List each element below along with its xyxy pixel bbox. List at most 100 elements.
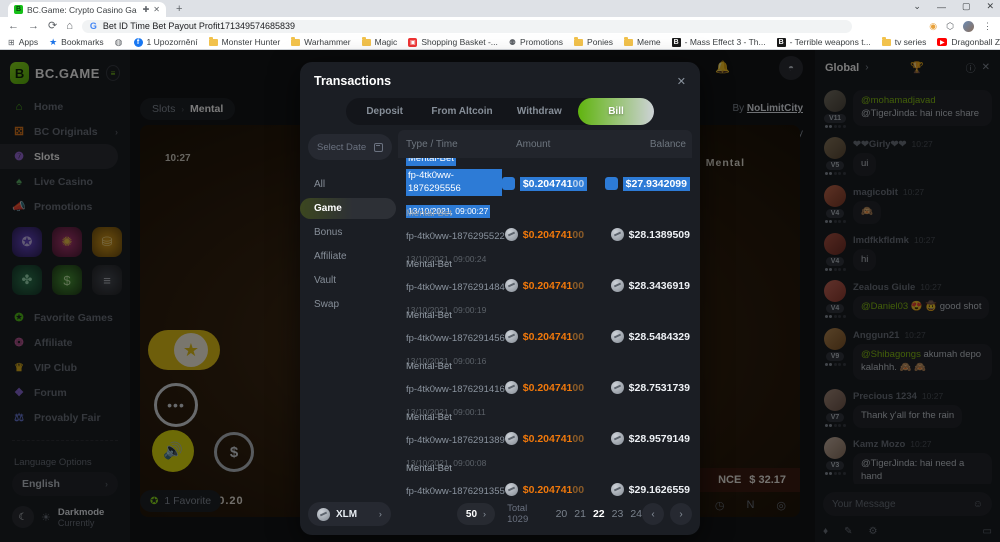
reload-icon[interactable]: ⟳: [48, 21, 57, 32]
facebook-icon: f: [134, 38, 143, 47]
transaction-amount-cell: $0.20474100: [505, 432, 611, 445]
bookmark-item[interactable]: ⚉Promotions: [509, 37, 563, 47]
pagination-pages: 20 21 22 23 24: [556, 508, 642, 520]
maximize-button[interactable]: ▢: [962, 1, 971, 12]
bookmark-globe[interactable]: ◍: [115, 37, 123, 48]
transaction-amount-cell: $0.20474100: [505, 381, 611, 394]
page-size-selector[interactable]: 50 ›: [457, 503, 495, 525]
tab-bill[interactable]: Bill: [578, 98, 654, 125]
chrome-menu-chevron-icon[interactable]: ⌄: [913, 1, 921, 12]
xlm-coin-icon: [611, 228, 624, 241]
xlm-coin-icon: [605, 177, 618, 190]
globe-icon: ◍: [115, 37, 123, 48]
extension-icon[interactable]: ◉: [929, 21, 937, 32]
folder-icon: [882, 39, 891, 46]
xlm-coin-icon: [505, 228, 518, 241]
filter-bonus[interactable]: Bonus: [300, 222, 398, 243]
profile-avatar[interactable]: [963, 21, 974, 32]
next-page-button[interactable]: ›: [670, 503, 692, 525]
transaction-filters: All Game Bonus Affiliate Vault Swap: [300, 174, 398, 318]
forward-icon[interactable]: →: [28, 21, 39, 32]
bookmark-facebook[interactable]: f1 Upozornění: [134, 37, 198, 47]
transaction-amount-cell: $0.20474100: [502, 177, 605, 191]
tab-deposit[interactable]: Deposit: [346, 106, 423, 117]
page-number[interactable]: 21: [574, 508, 586, 520]
xlm-coin-icon: [505, 330, 518, 343]
modal-close-icon[interactable]: ✕: [677, 75, 686, 88]
transaction-balance-cell: $27.9342099: [605, 177, 692, 191]
bookmark-folder[interactable]: Ponies: [574, 37, 613, 47]
home-icon[interactable]: ⌂: [66, 21, 73, 32]
xlm-coin-icon: [317, 508, 330, 521]
transaction-balance-cell: $29.1626559: [611, 483, 692, 496]
close-window-button[interactable]: ✕: [986, 1, 994, 12]
toolbar-extensions: ◉ ⬡ ⋮: [929, 21, 992, 32]
back-icon[interactable]: ←: [8, 21, 19, 32]
transaction-amount-cell: $0.20474100: [505, 228, 611, 241]
address-text: Bet ID Time Bet Payout Profit17134957468…: [103, 21, 295, 31]
filter-affiliate[interactable]: Affiliate: [300, 246, 398, 267]
page-number[interactable]: 20: [556, 508, 568, 520]
filter-vault[interactable]: Vault: [300, 270, 398, 291]
bookmark-folder[interactable]: Monster Hunter: [209, 37, 281, 47]
modal-title: Transactions: [314, 74, 391, 88]
xlm-coin-icon: [611, 381, 624, 394]
xlm-coin-icon: [502, 177, 515, 190]
tab-title: BC.Game: Crypto Casino Ga: [27, 5, 139, 15]
people-icon: ⚉: [509, 38, 516, 47]
bookmark-folder[interactable]: Warhammer: [291, 37, 350, 47]
apps-shortcut[interactable]: ⊞Apps: [8, 37, 38, 47]
bookmark-folder[interactable]: Magic: [362, 37, 398, 47]
folder-icon: [624, 39, 633, 46]
bookmark-item[interactable]: ▣Shopping Basket -...: [408, 37, 498, 47]
xlm-coin-icon: [505, 381, 518, 394]
bookmarks-bar: ⊞Apps ★Bookmarks ◍ f1 Upozornění Monster…: [0, 35, 1000, 50]
total-count: Total 1029: [507, 503, 543, 525]
page-number[interactable]: 24: [630, 508, 642, 520]
currency-selector[interactable]: XLM ›: [308, 502, 391, 526]
page-number[interactable]: 23: [612, 508, 624, 520]
transaction-balance-cell: $28.5484329: [611, 330, 692, 343]
calendar-icon: [374, 143, 383, 152]
tab-withdraw[interactable]: Withdraw: [501, 106, 578, 117]
browser-chrome: B BC.Game: Crypto Casino Ga ✚ ✕ + ⌄ — ▢ …: [0, 0, 1000, 50]
bookmark-folder[interactable]: tv series: [882, 37, 927, 47]
puzzle-icon[interactable]: ⬡: [946, 21, 954, 32]
tab-from-altcoin[interactable]: From Altcoin: [423, 106, 500, 117]
window-controls: ⌄ — ▢ ✕: [913, 1, 994, 12]
address-bar[interactable]: G Bet ID Time Bet Payout Profit171349574…: [82, 20, 852, 33]
transaction-amount-cell: $0.20474100: [505, 483, 611, 496]
bookmark-folder[interactable]: Meme: [624, 37, 661, 47]
chevron-right-icon: ›: [483, 509, 486, 519]
page-number[interactable]: 22: [593, 508, 605, 520]
new-tab-button[interactable]: +: [176, 3, 182, 17]
bookmark-item[interactable]: B- Mass Effect 3 - Th...: [672, 37, 766, 47]
filter-swap[interactable]: Swap: [300, 294, 398, 315]
bookmark-item[interactable]: ▶Dragonball Z: Battle...: [937, 37, 1000, 47]
transaction-type-cell: Mental-Betfp-4tk0ww-187629135513/10/2021…: [398, 455, 505, 499]
prev-page-button[interactable]: ‹: [642, 503, 664, 525]
transaction-balance-cell: $28.3436919: [611, 279, 692, 292]
bookmarks-shortcut[interactable]: ★Bookmarks: [49, 37, 104, 48]
transaction-balance-cell: $28.9579149: [611, 432, 692, 445]
table-header: Type / Time Amount Balance: [398, 130, 692, 158]
chevron-right-icon: ›: [379, 509, 382, 519]
apps-grid-icon: ⊞: [8, 38, 15, 47]
transaction-row[interactable]: Mental-Betfp-4tk0ww-187629135513/10/2021…: [398, 464, 692, 499]
b-site-icon: B: [777, 38, 786, 47]
bookmark-item[interactable]: B- Terrible weapons t...: [777, 37, 871, 47]
minimize-button[interactable]: —: [937, 2, 946, 12]
select-date-button[interactable]: Select Date: [308, 134, 392, 160]
google-icon: G: [90, 21, 97, 31]
folder-icon: [362, 39, 371, 46]
bcgame-app: B BC.GAME ≡ ⌂Home ⚄BC Originals› ❼Slots …: [0, 50, 1000, 542]
folder-icon: [209, 39, 218, 46]
browser-tab[interactable]: B BC.Game: Crypto Casino Ga ✚ ✕: [8, 2, 166, 17]
filter-game[interactable]: Game: [300, 198, 396, 219]
transaction-amount-cell: $0.20474100: [505, 330, 611, 343]
kebab-menu-icon[interactable]: ⋮: [983, 21, 992, 32]
tab-close-icon[interactable]: ✕: [153, 6, 160, 14]
modal-footer: XLM › 50 › Total 1029 20 21 22 23 24 ‹ ›: [300, 501, 700, 527]
filter-all[interactable]: All: [300, 174, 398, 195]
tab-pin-icon[interactable]: ✚: [143, 6, 150, 14]
